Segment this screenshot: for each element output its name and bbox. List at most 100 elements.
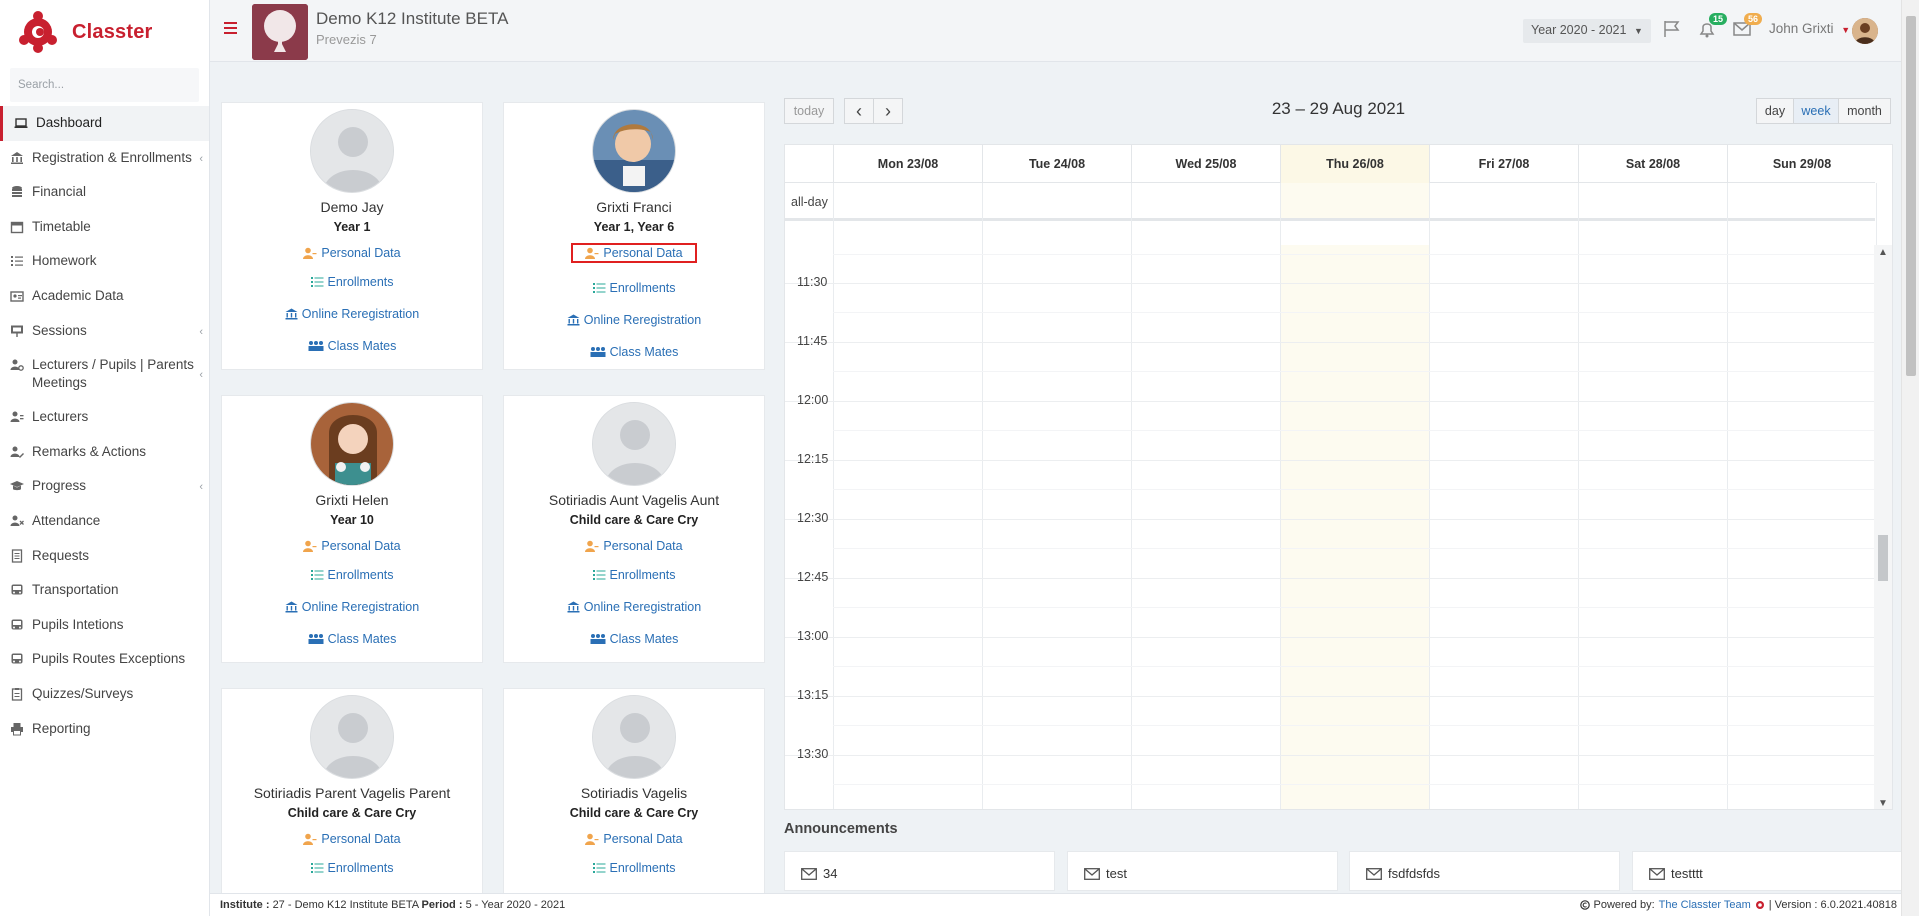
list-icon	[310, 277, 323, 287]
sidebar-item-registration[interactable]: Registration & Enrollments ‹	[0, 141, 209, 176]
sidebar-item-financial[interactable]: Financial	[0, 175, 209, 210]
presentation-icon	[11, 325, 23, 337]
sidebar-item-timetable[interactable]: Timetable	[0, 210, 209, 245]
enrollments-link[interactable]: Enrollments	[504, 860, 764, 876]
personal-data-link[interactable]: Personal Data	[585, 538, 683, 554]
online-reregistration-link[interactable]: Online Reregistration	[222, 306, 482, 322]
view-label: day	[1764, 104, 1786, 118]
announcement-card[interactable]: test	[1067, 851, 1338, 891]
institution-icon	[285, 601, 298, 613]
sidebar-item-homework[interactable]: Homework	[0, 244, 209, 279]
link-label: Class Mates	[327, 339, 397, 353]
sidebar-item-requests[interactable]: Requests	[0, 539, 209, 574]
sidebar-item-routes-exceptions[interactable]: Pupils Routes Exceptions	[0, 642, 209, 677]
sidebar-item-label: Lecturers / Pupils | Parents Meetings	[32, 357, 194, 391]
class-mates-link[interactable]: Class Mates	[504, 344, 764, 360]
pupil-card: Sotiriadis Aunt Vagelis Aunt Child care &…	[503, 395, 765, 663]
brand[interactable]: Classter	[0, 0, 209, 64]
class-mates-link[interactable]: Class Mates	[222, 631, 482, 647]
view-week-button[interactable]: week	[1793, 98, 1839, 124]
announcement-card[interactable]: fsdfdsfds	[1349, 851, 1620, 891]
pupil-year: Year 1, Year 6	[593, 220, 675, 234]
enrollments-link[interactable]: Enrollments	[504, 567, 764, 583]
personal-data-link[interactable]: Personal Data	[571, 243, 697, 263]
envelope-icon	[1366, 868, 1382, 880]
pupil-name: Demo Jay	[320, 199, 384, 215]
sidebar-item-pupils-intentions[interactable]: Pupils Intetions	[0, 608, 209, 643]
online-reregistration-link[interactable]: Online Reregistration	[504, 312, 764, 328]
messages-button[interactable]: 56	[1732, 13, 1762, 38]
notifications-button[interactable]: 15	[1697, 13, 1727, 38]
page-scrollbar[interactable]	[1901, 0, 1919, 916]
user-avatar[interactable]	[1852, 18, 1878, 44]
time-label: 13:30	[797, 747, 829, 761]
personal-data-link[interactable]: Personal Data	[303, 245, 401, 261]
enrollments-link[interactable]: Enrollments	[504, 280, 764, 296]
view-day-button[interactable]: day	[1756, 98, 1794, 124]
personal-data-link[interactable]: Personal Data	[303, 538, 401, 554]
grid-column-line	[982, 183, 983, 809]
pupil-photo	[592, 109, 676, 193]
page-scroll-thumb[interactable]	[1906, 16, 1916, 376]
footer: Institute : 27 - Demo K12 Institute BETA…	[210, 893, 1919, 916]
sidebar-item-label: Registration & Enrollments	[32, 149, 192, 165]
sidebar-item-transportation[interactable]: Transportation	[0, 573, 209, 608]
sidebar-item-label: Progress	[32, 478, 87, 494]
online-reregistration-link[interactable]: Online Reregistration	[222, 599, 482, 615]
online-reregistration-link[interactable]: Online Reregistration	[504, 599, 764, 615]
sidebar-item-lecturers[interactable]: Lecturers	[0, 400, 209, 435]
list-icon	[592, 570, 605, 580]
view-month-button[interactable]: month	[1838, 98, 1891, 124]
grid-column-line	[1578, 183, 1579, 809]
class-mates-link[interactable]: Class Mates	[222, 338, 482, 354]
sidebar-search-input[interactable]: Search...	[10, 68, 199, 102]
sidebar-item-sessions[interactable]: Sessions ‹	[0, 314, 209, 349]
personal-data-link[interactable]: Personal Data	[303, 831, 401, 847]
sidebar-item-meetings[interactable]: Lecturers / Pupils | Parents Meetings ‹	[0, 348, 209, 400]
personal-data-link[interactable]: Personal Data	[585, 831, 683, 847]
class-mates-link[interactable]: Class Mates	[504, 631, 764, 647]
sidebar-item-progress[interactable]: Progress ‹	[0, 469, 209, 504]
user-icon	[585, 247, 599, 259]
pupil-year: Child care & Care Cry	[287, 806, 417, 820]
hamburger-menu-icon[interactable]	[224, 22, 237, 34]
institution-icon	[567, 601, 580, 613]
flag-button[interactable]	[1662, 20, 1682, 38]
scroll-thumb[interactable]	[1878, 535, 1888, 581]
sidebar-item-dashboard[interactable]: Dashboard	[0, 106, 209, 141]
slot-row-minor	[833, 666, 1876, 667]
sidebar-item-quizzes[interactable]: Quizzes/Surveys	[0, 677, 209, 712]
sidebar-item-reporting[interactable]: Reporting	[0, 712, 209, 747]
time-label: 13:00	[797, 629, 829, 643]
enrollments-link[interactable]: Enrollments	[222, 567, 482, 583]
document-icon	[11, 548, 23, 563]
slot-row	[785, 637, 1875, 638]
user-icon	[585, 833, 599, 845]
announcements-title: Announcements	[784, 821, 898, 837]
announcement-title: 34	[823, 866, 838, 881]
day-header: Tue 24/08	[982, 145, 1131, 183]
sidebar-item-label: Reporting	[32, 720, 91, 736]
slot-row	[785, 401, 1875, 402]
sidebar-item-attendance[interactable]: Attendance	[0, 504, 209, 539]
announcement-card[interactable]: testttt	[1632, 851, 1903, 891]
sidebar-item-academic-data[interactable]: Academic Data	[0, 279, 209, 314]
sidebar-item-remarks[interactable]: Remarks & Actions	[0, 435, 209, 470]
chevron-left-icon: ‹	[199, 325, 203, 338]
enrollments-link[interactable]: Enrollments	[222, 274, 482, 290]
slot-row-minor	[833, 254, 1876, 255]
view-label: week	[1801, 104, 1831, 118]
sidebar-item-label: Academic Data	[32, 287, 124, 303]
enrollments-link[interactable]: Enrollments	[222, 860, 482, 876]
classter-team-link[interactable]: The Classter Team	[1659, 899, 1751, 911]
announcement-card[interactable]: 34	[784, 851, 1055, 891]
year-select[interactable]: Year 2020 - 2021 ▼	[1523, 19, 1651, 43]
grid-column-line	[1131, 183, 1132, 809]
user-group-icon	[10, 411, 24, 423]
printer-icon	[11, 722, 23, 735]
user-menu[interactable]: John Grixti ▼	[1769, 21, 1850, 36]
time-label: 11:30	[797, 275, 828, 289]
sidebar-item-label: Sessions	[32, 322, 87, 338]
calendar-scrollbar[interactable]: ▲ ▼	[1874, 245, 1892, 809]
user-icon	[303, 833, 317, 845]
